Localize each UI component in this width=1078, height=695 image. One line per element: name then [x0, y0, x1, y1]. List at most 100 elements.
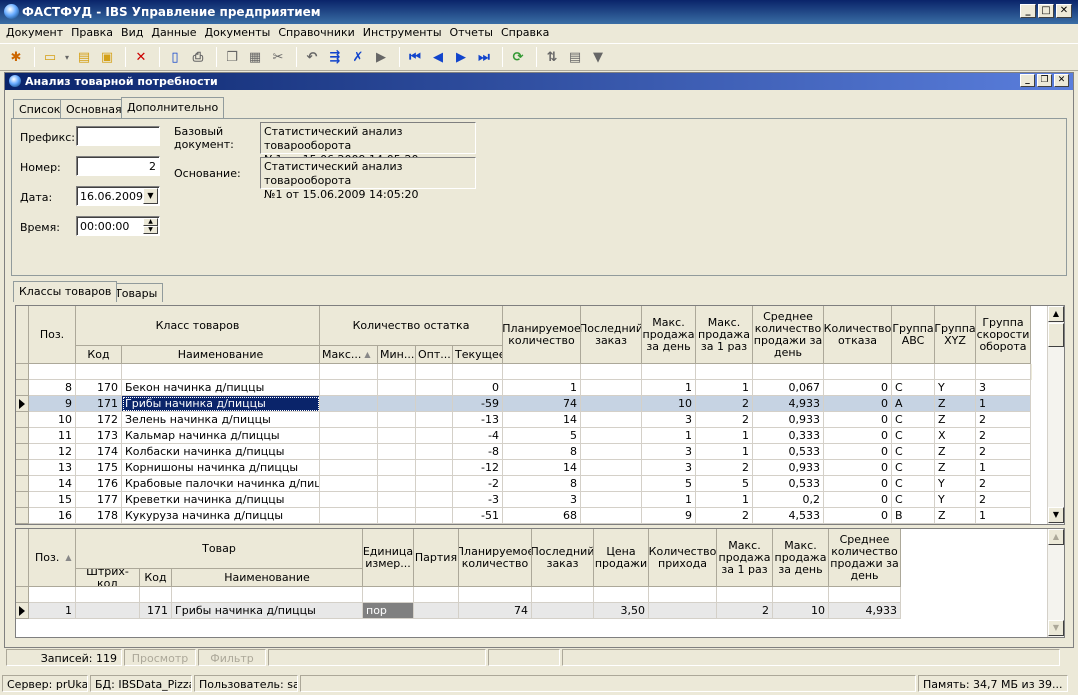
- undo-icon[interactable]: ↶: [302, 47, 322, 67]
- cell-last[interactable]: [581, 428, 642, 444]
- cell-speed[interactable]: 1: [976, 508, 1031, 524]
- filter-cell-avg[interactable]: [829, 587, 901, 603]
- cell-cur[interactable]: -8: [453, 444, 503, 460]
- preview-icon[interactable]: ▯: [165, 47, 185, 67]
- cell-opt[interactable]: [416, 476, 453, 492]
- cell-xyz[interactable]: Z: [935, 444, 976, 460]
- cell-min[interactable]: [378, 476, 416, 492]
- cell-last[interactable]: [581, 380, 642, 396]
- cell-opt[interactable]: [416, 412, 453, 428]
- cell-avg[interactable]: 0,333: [753, 428, 824, 444]
- cell-maxonce[interactable]: 5: [696, 476, 753, 492]
- menu-references[interactable]: Справочники: [274, 24, 358, 42]
- cell-min[interactable]: [378, 396, 416, 412]
- cell-cur[interactable]: -13: [453, 412, 503, 428]
- cell-xyz[interactable]: Y: [935, 476, 976, 492]
- cell-speed[interactable]: 2: [976, 492, 1031, 508]
- col-plan[interactable]: Планируемое количество: [503, 306, 581, 364]
- cell-price[interactable]: 3,50: [594, 603, 649, 619]
- cut-icon[interactable]: ✂: [268, 47, 288, 67]
- col-refuse[interactable]: Количество отказа: [824, 306, 892, 364]
- date-picker[interactable]: 16.06.2009 ▼: [76, 186, 160, 206]
- cell-abc[interactable]: C: [892, 380, 935, 396]
- reason-field[interactable]: Статистический анализ товарооборота №1 о…: [260, 157, 476, 201]
- cell-refuse[interactable]: 0: [824, 428, 892, 444]
- col-max[interactable]: Макс... ▲: [320, 346, 378, 364]
- cell-maxday[interactable]: 10: [642, 396, 696, 412]
- cell-min[interactable]: [378, 492, 416, 508]
- last-record-icon[interactable]: ⏭: [474, 47, 494, 67]
- close-icon[interactable]: ✕: [1056, 4, 1072, 18]
- cell-cur[interactable]: -4: [453, 428, 503, 444]
- cell-speed[interactable]: 2: [976, 476, 1031, 492]
- cell-min[interactable]: [378, 508, 416, 524]
- cell-max[interactable]: [320, 412, 378, 428]
- copy-icon[interactable]: ❐: [222, 47, 242, 67]
- cell-max[interactable]: [320, 508, 378, 524]
- cell-maxonce[interactable]: 2: [696, 460, 753, 476]
- cell-plan[interactable]: 74: [503, 396, 581, 412]
- col2-last[interactable]: Последний заказ: [532, 529, 594, 587]
- cell-last[interactable]: [581, 492, 642, 508]
- filter-cell-last[interactable]: [532, 587, 594, 603]
- cell-last[interactable]: [581, 444, 642, 460]
- filter-cell-avg[interactable]: [753, 364, 824, 380]
- print-icon[interactable]: ⎙: [188, 47, 208, 67]
- cell-maxonce[interactable]: 1: [696, 428, 753, 444]
- cell-maxday[interactable]: 3: [642, 412, 696, 428]
- filter-cell-max[interactable]: [320, 364, 378, 380]
- filter-cell-last[interactable]: [581, 364, 642, 380]
- cell-code[interactable]: 175: [76, 460, 122, 476]
- cell-max[interactable]: [320, 396, 378, 412]
- cell-avg[interactable]: 0,533: [753, 444, 824, 460]
- new-document-icon[interactable]: ✱: [6, 47, 26, 67]
- filter-icon[interactable]: ▼: [588, 47, 608, 67]
- cell-maxonce[interactable]: 1: [696, 444, 753, 460]
- col2-barcode[interactable]: Штрих-код: [76, 569, 140, 587]
- cell-xyz[interactable]: Z: [935, 412, 976, 428]
- cell-avg[interactable]: 4,933: [829, 603, 901, 619]
- tab-main[interactable]: Основная: [60, 99, 128, 118]
- tab-item-classes[interactable]: Классы товаров: [13, 281, 118, 302]
- refresh-icon[interactable]: ⟳: [508, 47, 528, 67]
- cell-maxday[interactable]: 5: [642, 476, 696, 492]
- cell-speed[interactable]: 2: [976, 444, 1031, 460]
- cell-xyz[interactable]: Z: [935, 396, 976, 412]
- cell-pos[interactable]: 12: [29, 444, 76, 460]
- col2-name[interactable]: Наименование: [172, 569, 363, 587]
- filter-cell-plan[interactable]: [503, 364, 581, 380]
- col-opt[interactable]: Опт...: [416, 346, 453, 364]
- cell-refuse[interactable]: 0: [824, 492, 892, 508]
- filter-cell-maxonce[interactable]: [696, 364, 753, 380]
- col2-maxday[interactable]: Макс. продажа за день: [773, 529, 829, 587]
- menu-reports[interactable]: Отчеты: [446, 24, 497, 42]
- cell-last[interactable]: [581, 396, 642, 412]
- maximize-icon[interactable]: □: [1038, 4, 1054, 18]
- cell-min[interactable]: [378, 380, 416, 396]
- cell-xyz[interactable]: X: [935, 428, 976, 444]
- cell-opt[interactable]: [416, 460, 453, 476]
- cell-last[interactable]: [581, 460, 642, 476]
- cell-pos[interactable]: 15: [29, 492, 76, 508]
- cell-unit[interactable]: пор: [363, 603, 414, 619]
- cell-code[interactable]: 172: [76, 412, 122, 428]
- col-speed[interactable]: Группа скорости оборота: [976, 306, 1031, 364]
- filter-cell-maxonce[interactable]: [717, 587, 773, 603]
- col2-unit[interactable]: Единица измер...: [363, 529, 414, 587]
- cell-opt[interactable]: [416, 444, 453, 460]
- cell-maxday[interactable]: 1: [642, 428, 696, 444]
- col-pos[interactable]: Поз.: [29, 306, 76, 364]
- filter-setup-icon[interactable]: ▤: [565, 47, 585, 67]
- cell-name[interactable]: Зелень начинка д/пиццы: [122, 412, 320, 428]
- filter-cell-refuse[interactable]: [824, 364, 892, 380]
- filter-cell-income[interactable]: [649, 587, 717, 603]
- cell-avg[interactable]: 4,933: [753, 396, 824, 412]
- cell-plan[interactable]: 3: [503, 492, 581, 508]
- number-input[interactable]: 2: [76, 156, 160, 176]
- cell-name[interactable]: Крабовые палочки начинка д/пиццы: [122, 476, 320, 492]
- filter-cell-maxday[interactable]: [773, 587, 829, 603]
- cell-pos[interactable]: 13: [29, 460, 76, 476]
- cell-name[interactable]: Корнишоны начинка д/пиццы: [122, 460, 320, 476]
- cell-cur[interactable]: 0: [453, 380, 503, 396]
- row-indicator[interactable]: [16, 603, 29, 619]
